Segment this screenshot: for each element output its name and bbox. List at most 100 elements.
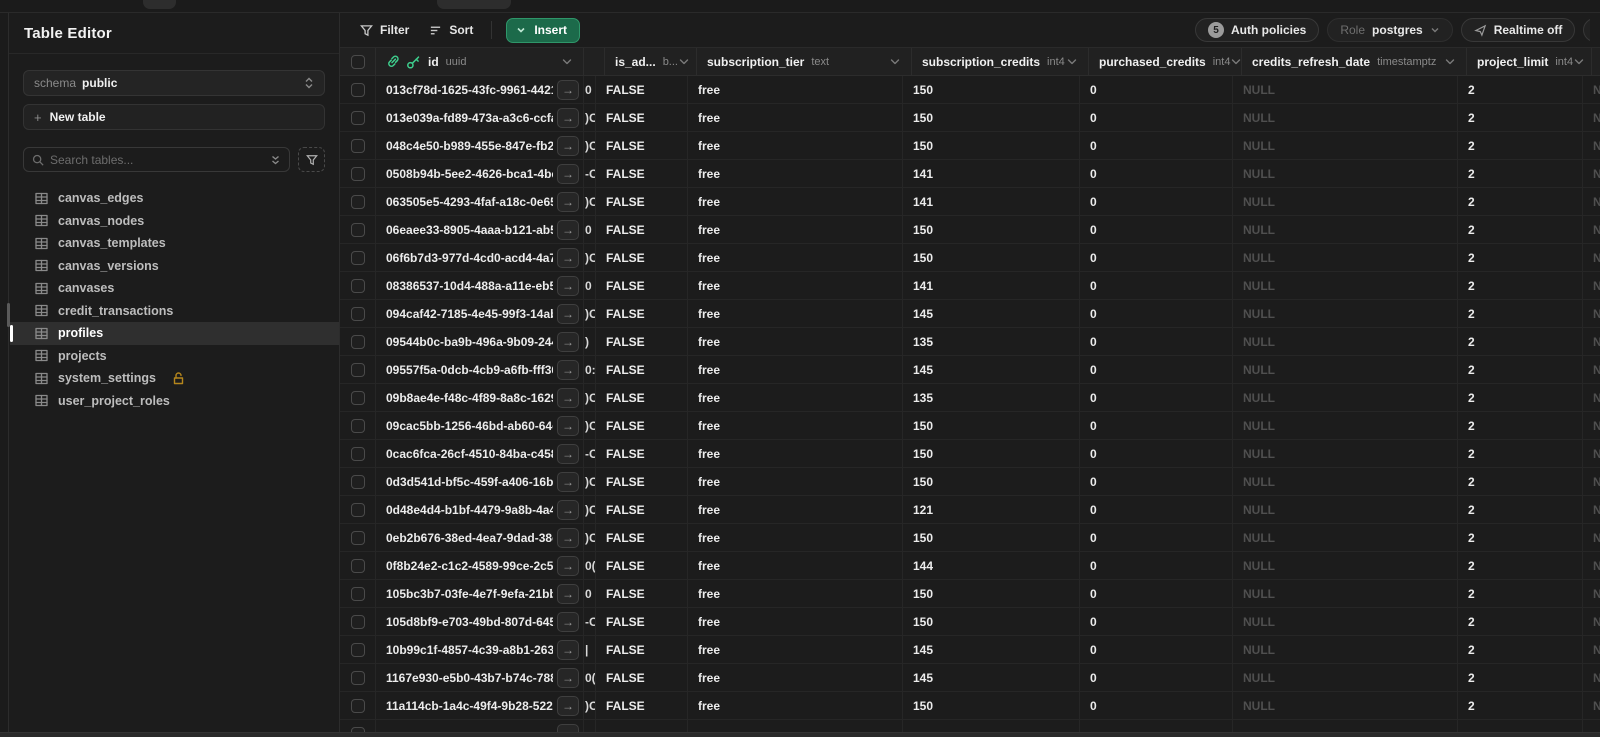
narrow-clipped-cell[interactable]: )C (584, 468, 596, 495)
is-admin-cell[interactable]: FALSE (596, 580, 688, 607)
clipped-right-cell[interactable]: NULL (1583, 468, 1600, 495)
new-table-button[interactable]: + New table (23, 104, 325, 130)
subscription-credits-cell[interactable]: 121 (903, 496, 1080, 523)
column-header-credits_refresh_date[interactable]: credits_refresh_date timestamptz (1242, 48, 1467, 75)
sidebar-item-canvas_versions[interactable]: canvas_versions (23, 255, 325, 278)
subscription-credits-cell[interactable]: 141 (903, 188, 1080, 215)
subscription-credits-cell[interactable]: 145 (903, 636, 1080, 663)
row-checkbox-cell[interactable] (340, 664, 376, 691)
row-checkbox[interactable] (350, 110, 365, 125)
purchased-credits-cell[interactable]: 0 (1080, 160, 1233, 187)
id-cell[interactable]: 06f6b7d3-977d-4cd0-acd4-4a78... → (376, 244, 584, 271)
id-cell[interactable]: 063505e5-4293-4faf-a18c-0e65b... → (376, 188, 584, 215)
project-limit-cell[interactable]: 2 (1458, 524, 1583, 551)
expand-row-button[interactable]: → (557, 612, 579, 632)
row-checkbox[interactable] (350, 166, 365, 181)
subscription-credits-cell[interactable]: 150 (903, 692, 1080, 719)
expand-row-button[interactable]: → (557, 556, 579, 576)
sort-button[interactable]: Sort (419, 18, 483, 42)
column-header-su[interactable]: su (1592, 48, 1600, 75)
purchased-credits-cell[interactable]: 0 (1080, 132, 1233, 159)
narrow-clipped-cell[interactable]: 0( (584, 664, 596, 691)
is-admin-cell[interactable]: FALSE (596, 76, 688, 103)
purchased-credits-cell[interactable]: 0 (1080, 76, 1233, 103)
credits-refresh-date-cell[interactable]: NULL (1233, 188, 1458, 215)
row-checkbox-cell[interactable] (340, 272, 376, 299)
expand-row-button[interactable]: → (557, 444, 579, 464)
is-admin-cell[interactable]: FALSE (596, 692, 688, 719)
purchased-credits-cell[interactable]: 0 (1080, 552, 1233, 579)
expand-row-button[interactable]: → (557, 472, 579, 492)
narrow-clipped-cell[interactable]: )C (584, 384, 596, 411)
row-checkbox-cell[interactable] (340, 524, 376, 551)
project-limit-cell[interactable]: 2 (1458, 412, 1583, 439)
row-checkbox[interactable] (350, 474, 365, 489)
row-checkbox[interactable] (350, 82, 365, 97)
column-header-is_ad...[interactable]: is_ad... b... (605, 48, 697, 75)
sidebar-item-canvas_nodes[interactable]: canvas_nodes (23, 210, 325, 233)
purchased-credits-cell[interactable]: 0 (1080, 356, 1233, 383)
row-checkbox[interactable] (350, 138, 365, 153)
row-checkbox-cell[interactable] (340, 76, 376, 103)
clipped-right-cell[interactable]: NULL (1583, 552, 1600, 579)
subscription-credits-cell[interactable]: 144 (903, 552, 1080, 579)
credits-refresh-date-cell[interactable]: NULL (1233, 608, 1458, 635)
purchased-credits-cell[interactable]: 0 (1080, 244, 1233, 271)
narrow-clipped-cell[interactable]: 0 (584, 216, 596, 243)
clipped-right-cell[interactable]: NULL (1583, 496, 1600, 523)
project-limit-cell[interactable]: 2 (1458, 636, 1583, 663)
purchased-credits-cell[interactable]: 0 (1080, 468, 1233, 495)
auth-policies-button[interactable]: 5 Auth policies (1195, 18, 1320, 42)
insert-button[interactable]: Insert (506, 17, 581, 43)
subscription-credits-cell[interactable]: 150 (903, 216, 1080, 243)
credits-refresh-date-cell[interactable]: NULL (1233, 496, 1458, 523)
sidebar-item-projects[interactable]: projects (23, 345, 325, 368)
narrow-clipped-cell[interactable]: )C (584, 132, 596, 159)
row-checkbox-cell[interactable] (340, 356, 376, 383)
purchased-credits-cell[interactable]: 0 (1080, 580, 1233, 607)
credits-refresh-date-cell[interactable]: NULL (1233, 524, 1458, 551)
row-checkbox[interactable] (350, 194, 365, 209)
clipped-right-cell[interactable]: NULL (1583, 104, 1600, 131)
subscription-tier-cell[interactable]: free (688, 580, 903, 607)
row-checkbox[interactable] (350, 502, 365, 517)
subscription-credits-cell[interactable]: 141 (903, 160, 1080, 187)
sidebar-item-canvas_edges[interactable]: canvas_edges (23, 187, 325, 210)
credits-refresh-date-cell[interactable]: NULL (1233, 216, 1458, 243)
row-checkbox-cell[interactable] (340, 160, 376, 187)
expand-row-button[interactable]: → (557, 80, 579, 100)
row-checkbox[interactable] (350, 670, 365, 685)
expand-row-button[interactable]: → (557, 108, 579, 128)
id-cell[interactable]: 09cac5bb-1256-46bd-ab60-64ed... → (376, 412, 584, 439)
purchased-credits-cell[interactable]: 0 (1080, 188, 1233, 215)
clipped-right-cell[interactable]: NULL (1583, 440, 1600, 467)
id-cell[interactable]: 10b99c1f-4857-4c39-a8b1-263b8... → (376, 636, 584, 663)
column-header-id[interactable]: id uuid (376, 48, 584, 75)
id-cell[interactable]: 0eb2b676-38ed-4ea7-9dad-38e6... → (376, 524, 584, 551)
narrow-clipped-cell[interactable]: -C (584, 160, 596, 187)
id-cell[interactable]: 0d48e4d4-b1bf-4479-9a8b-4a4b... → (376, 496, 584, 523)
sidebar-item-canvases[interactable]: canvases (23, 277, 325, 300)
project-limit-cell[interactable]: 2 (1458, 132, 1583, 159)
credits-refresh-date-cell[interactable]: NULL (1233, 132, 1458, 159)
narrow-clipped-cell[interactable]: )C (584, 412, 596, 439)
narrow-clipped-cell[interactable]: )C (584, 496, 596, 523)
subscription-credits-cell[interactable]: 150 (903, 104, 1080, 131)
is-admin-cell[interactable]: FALSE (596, 524, 688, 551)
column-menu-chevron-icon[interactable] (889, 56, 901, 67)
clipped-right-cell[interactable]: NULL (1583, 160, 1600, 187)
purchased-credits-cell[interactable]: 0 (1080, 300, 1233, 327)
subscription-tier-cell[interactable]: free (688, 412, 903, 439)
id-cell[interactable]: 0d3d541d-bf5c-459f-a406-16b93... → (376, 468, 584, 495)
is-admin-cell[interactable]: FALSE (596, 664, 688, 691)
row-checkbox[interactable] (350, 418, 365, 433)
narrow-clipped-cell[interactable]: )C (584, 524, 596, 551)
subscription-tier-cell[interactable]: free (688, 216, 903, 243)
id-cell[interactable]: 08386537-10d4-488a-a11e-eb5a6... → (376, 272, 584, 299)
id-cell[interactable]: 09544b0c-ba9b-496a-9b09-244... → (376, 328, 584, 355)
subscription-credits-cell[interactable]: 150 (903, 608, 1080, 635)
project-limit-cell[interactable]: 2 (1458, 104, 1583, 131)
row-checkbox-cell[interactable] (340, 244, 376, 271)
project-limit-cell[interactable]: 2 (1458, 692, 1583, 719)
is-admin-cell[interactable]: FALSE (596, 636, 688, 663)
